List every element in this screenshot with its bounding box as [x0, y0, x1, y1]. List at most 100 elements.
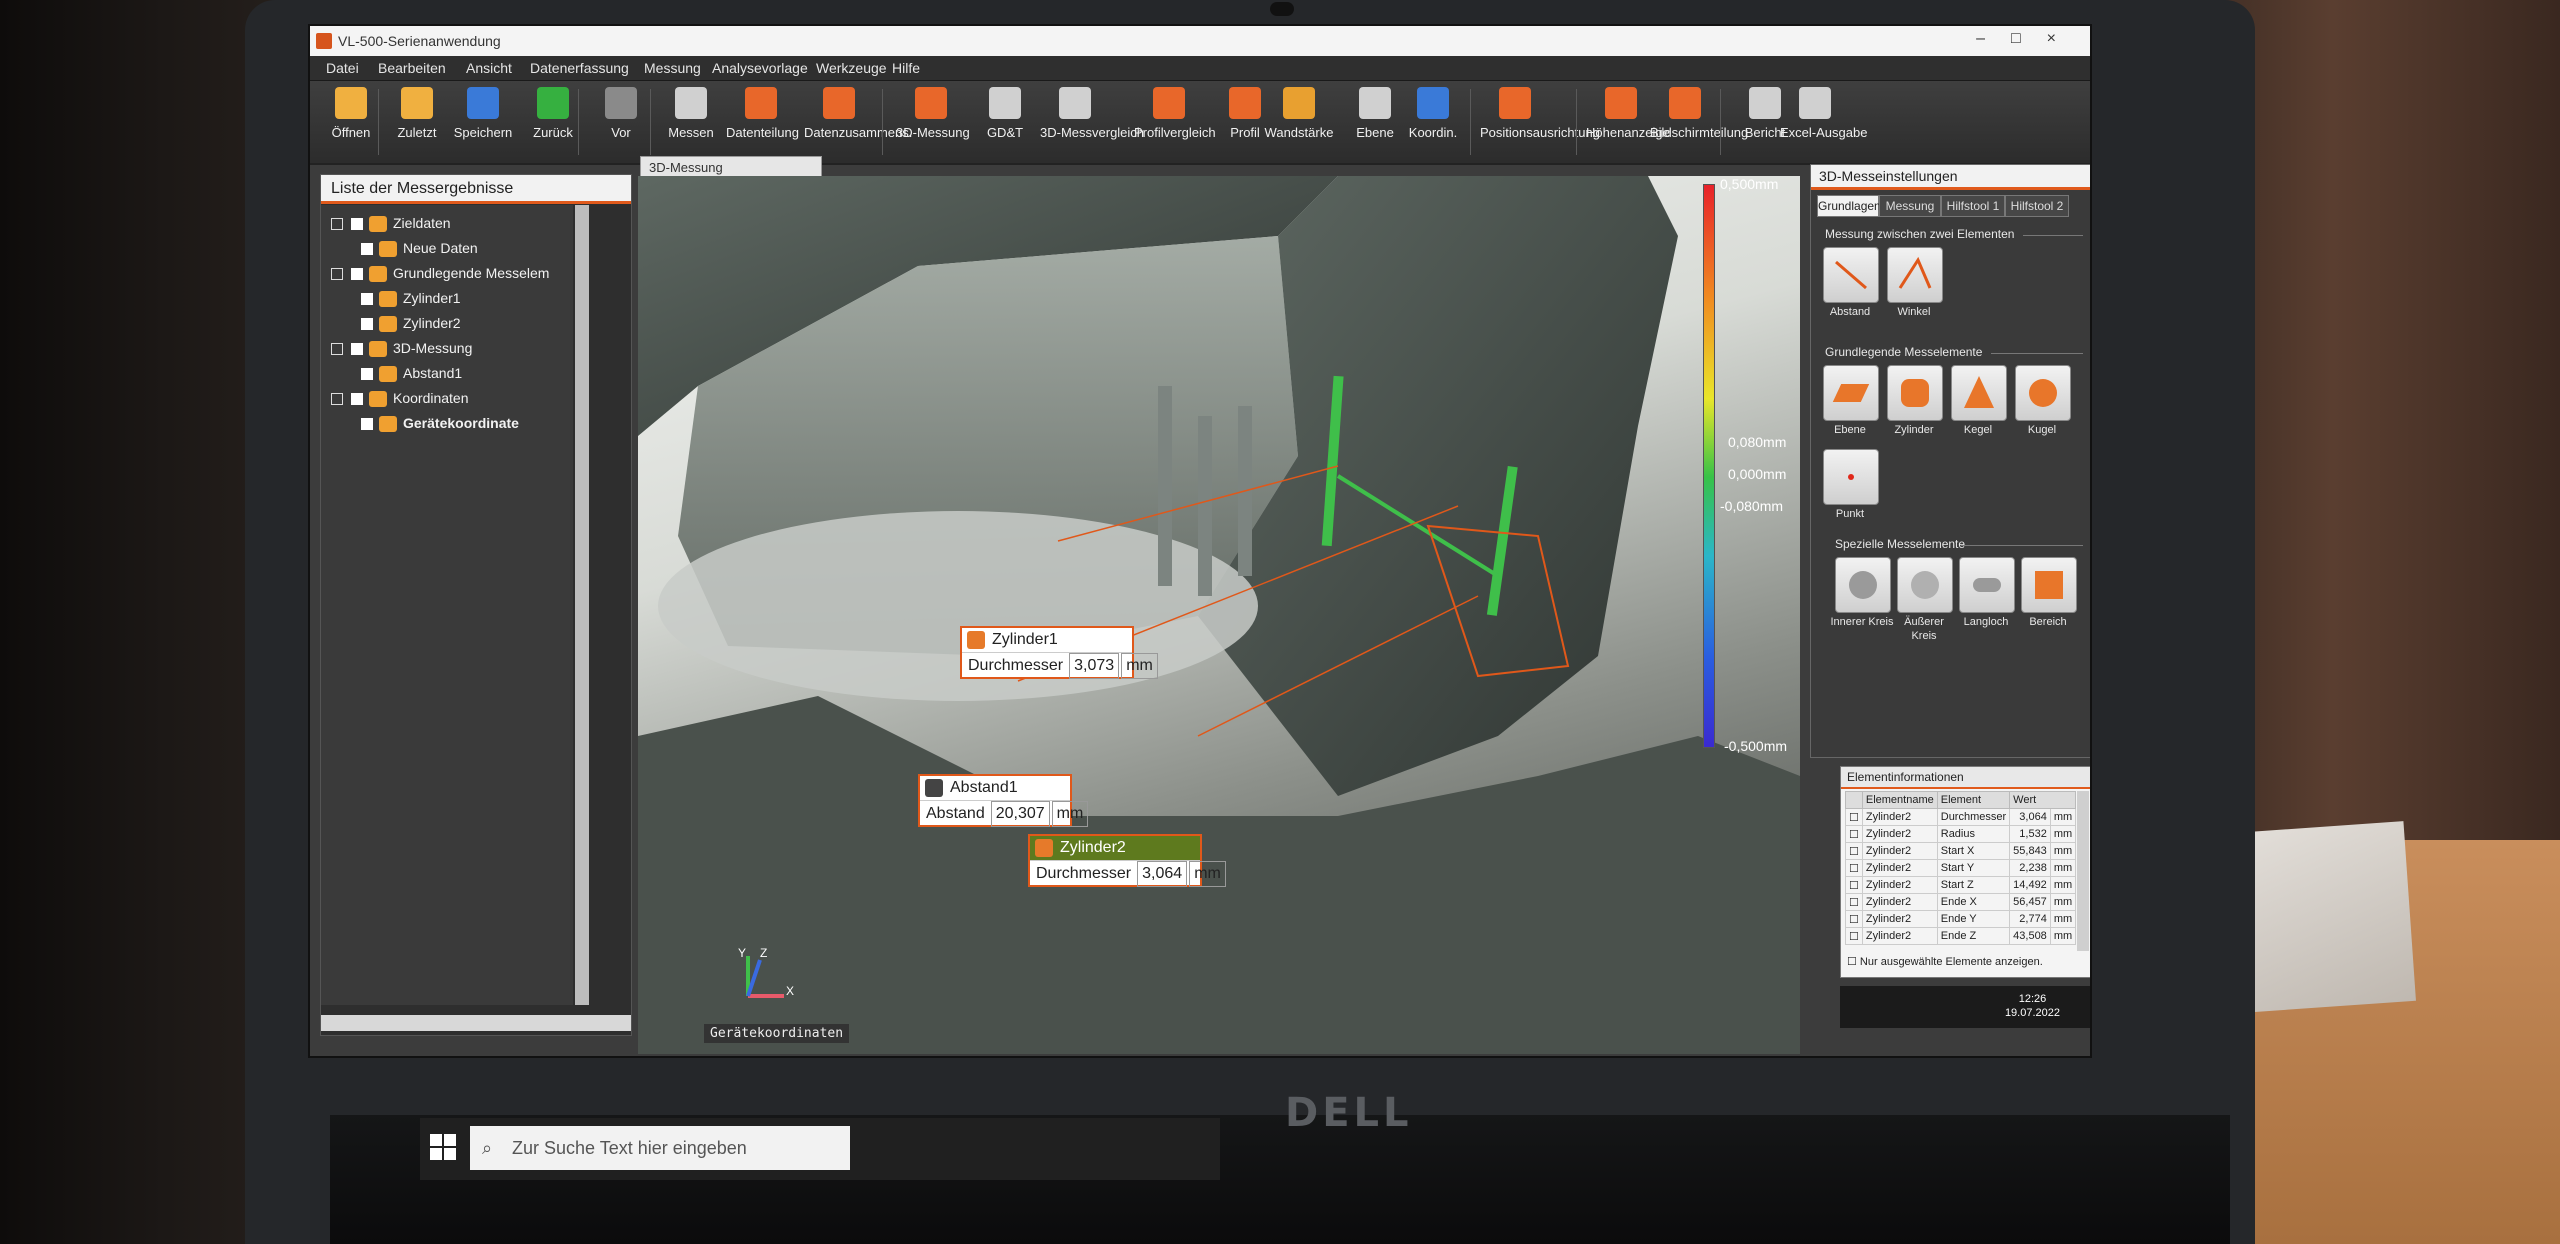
table-row[interactable]: ☐ Zylinder2 Ende Y 2,774 mm	[1845, 910, 2077, 928]
toolbar-separator	[1470, 89, 1471, 155]
toolbar-button-3[interactable]: Speichern	[448, 87, 518, 159]
toolbar-button-2[interactable]: Zuletzt	[382, 87, 452, 159]
tree-item[interactable]: Zieldaten	[331, 215, 451, 237]
toolbar-button-10[interactable]: GD&T	[970, 87, 1040, 159]
toolbar-button-9[interactable]: 3D-Messung	[896, 87, 970, 159]
tab-hilfstool-1[interactable]: Hilfstool 1	[1941, 195, 2005, 217]
toolbar-button-21[interactable]: Excel-Ausgabe	[1780, 87, 1867, 159]
row-checkbox[interactable]: ☐	[1845, 808, 1863, 826]
toolbar-button-16[interactable]: Koordin.	[1398, 87, 1468, 159]
checkbox[interactable]	[351, 343, 363, 356]
table-row[interactable]: ☐ Zylinder2 Start Z 14,492 mm	[1845, 876, 2077, 894]
toolbar-button-12[interactable]: Profilvergleich	[1134, 87, 1216, 159]
tree-item[interactable]: Gerätekoordinate	[361, 415, 519, 437]
minimize-button[interactable]: –	[1976, 30, 2011, 47]
toolbar-button-11[interactable]: 3D-Messvergleich	[1040, 87, 1144, 159]
menu-bearbeiten[interactable]: Bearbeiten	[378, 60, 446, 76]
tree-item[interactable]: Koordinaten	[331, 390, 469, 412]
tab-grundlagen[interactable]: Grundlagen	[1817, 195, 1881, 217]
checkbox[interactable]	[361, 293, 373, 306]
windows-start-icon[interactable]	[430, 1134, 456, 1160]
toolbar-button-7[interactable]: Datenteilung	[726, 87, 799, 159]
tool-zylinder[interactable]	[1887, 365, 1943, 421]
window-controls[interactable]: –□×	[1976, 30, 2082, 48]
clock[interactable]: 12:26 19.07.2022	[2005, 992, 2060, 1020]
tool-winkel[interactable]	[1887, 247, 1943, 303]
toolbar-button-6[interactable]: Messen	[656, 87, 726, 159]
collapse-icon[interactable]	[331, 268, 343, 281]
row-checkbox[interactable]: ☐	[1845, 893, 1863, 911]
checkbox[interactable]	[361, 318, 373, 331]
toolbar-button-18[interactable]: Höhenanzeige	[1586, 87, 1670, 159]
tab-hilfstool-2[interactable]: Hilfstool 2	[2005, 195, 2069, 217]
row-checkbox[interactable]: ☐	[1845, 842, 1863, 860]
table-row[interactable]: ☐ Zylinder2 Radius 1,532 mm	[1845, 825, 2077, 843]
collapse-icon[interactable]	[331, 343, 343, 356]
table-cell: mm	[2049, 825, 2077, 843]
menu-datei[interactable]: Datei	[326, 60, 359, 76]
tree-item[interactable]: Abstand1	[361, 365, 462, 387]
tab-messung[interactable]: Messung	[1879, 195, 1941, 217]
menu-messung[interactable]: Messung	[644, 60, 701, 76]
tool-ebene[interactable]	[1823, 365, 1879, 421]
column-header[interactable]: Wert	[2009, 791, 2077, 809]
tree-item[interactable]: 3D-Messung	[331, 340, 472, 362]
table-row[interactable]: ☐ Zylinder2 Ende X 56,457 mm	[1845, 893, 2077, 911]
collapse-icon[interactable]	[331, 393, 343, 406]
tool-kugel[interactable]	[2015, 365, 2071, 421]
menu-hilfe[interactable]: Hilfe	[892, 60, 920, 76]
tree-item[interactable]: Zylinder2	[361, 315, 461, 337]
horizontal-scrollbar[interactable]	[321, 1015, 631, 1031]
checkbox[interactable]	[361, 243, 373, 256]
menu-ansicht[interactable]: Ansicht	[466, 60, 512, 76]
close-button[interactable]: ×	[2047, 30, 2082, 47]
selected-only-checkbox[interactable]: ☐ Nur ausgewählte Elemente anzeigen.	[1847, 955, 2043, 968]
toolbar-button-14[interactable]: Wandstärke	[1264, 87, 1334, 159]
toolbar-button-1[interactable]: Öffnen	[316, 87, 386, 159]
row-checkbox[interactable]: ☐	[1845, 876, 1863, 894]
checkbox[interactable]	[361, 418, 373, 431]
tool-langloch[interactable]	[1959, 557, 2015, 613]
row-checkbox[interactable]: ☐	[1845, 825, 1863, 843]
column-header[interactable]: Element	[1936, 791, 2011, 809]
tool-innerer-kreis[interactable]	[1835, 557, 1891, 613]
tool-punkt[interactable]	[1823, 449, 1879, 505]
tool-aeusserer-kreis[interactable]	[1897, 557, 1953, 613]
table-row[interactable]: ☐ Zylinder2 Durchmesser 3,064 mm	[1845, 808, 2077, 826]
tree-item[interactable]: Zylinder1	[361, 290, 461, 312]
3d-viewport[interactable]: 0,500mm 0,080mm 0,000mm -0,080mm -0,500m…	[638, 176, 1800, 1054]
column-header[interactable]: Elementname	[1861, 791, 1938, 809]
tool-abstand[interactable]	[1823, 247, 1879, 303]
tool-bereich[interactable]	[2021, 557, 2077, 613]
tree-item[interactable]: Neue Daten	[361, 240, 478, 262]
checkbox[interactable]	[351, 268, 363, 281]
menu-werkzeuge[interactable]: Werkzeuge	[816, 60, 887, 76]
vertical-scrollbar[interactable]	[2077, 791, 2089, 951]
checkbox[interactable]	[351, 393, 363, 406]
checkbox[interactable]	[361, 368, 373, 381]
axis-z-label: Z	[760, 946, 768, 960]
toolbar-button-8[interactable]: Datenzusammens.	[804, 87, 912, 159]
callout-zylinder2[interactable]: Zylinder2 Durchmesser 3,064 mm	[1028, 834, 1226, 887]
taskbar-search-box[interactable]: ⌕ Zur Suche Text hier eingeben	[470, 1126, 850, 1170]
row-checkbox[interactable]: ☐	[1845, 910, 1863, 928]
toolbar-button-17[interactable]: Positionsausrichtung	[1480, 87, 1600, 159]
tree-node-icon	[369, 216, 387, 233]
row-checkbox[interactable]: ☐	[1845, 927, 1863, 945]
tool-kegel[interactable]	[1951, 365, 2007, 421]
checkbox[interactable]	[351, 218, 363, 231]
row-checkbox[interactable]: ☐	[1845, 859, 1863, 877]
callout-zylinder1[interactable]: Zylinder1 Durchmesser 3,073 mm	[960, 626, 1158, 679]
maximize-button[interactable]: □	[2011, 30, 2047, 47]
toolbar-button-19[interactable]: Bildschirmteilung	[1650, 87, 1748, 159]
callout-abstand1[interactable]: Abstand1 Abstand 20,307 mm	[918, 774, 1089, 827]
tree-item[interactable]: Grundlegende Messelem	[331, 265, 549, 287]
table-row[interactable]: ☐ Zylinder2 Start X 55,843 mm	[1845, 842, 2077, 860]
vertical-scrollbar[interactable]	[575, 205, 589, 1005]
table-row[interactable]: ☐ Zylinder2 Start Y 2,238 mm	[1845, 859, 2077, 877]
menu-datenerfassung[interactable]: Datenerfassung	[530, 60, 629, 76]
table-row[interactable]: ☐ Zylinder2 Ende Z 43,508 mm	[1845, 927, 2077, 945]
menu-analysevorlage[interactable]: Analysevorlage	[712, 60, 808, 76]
collapse-icon[interactable]	[331, 218, 343, 231]
toolbar-button-5[interactable]: Vor	[586, 87, 656, 159]
